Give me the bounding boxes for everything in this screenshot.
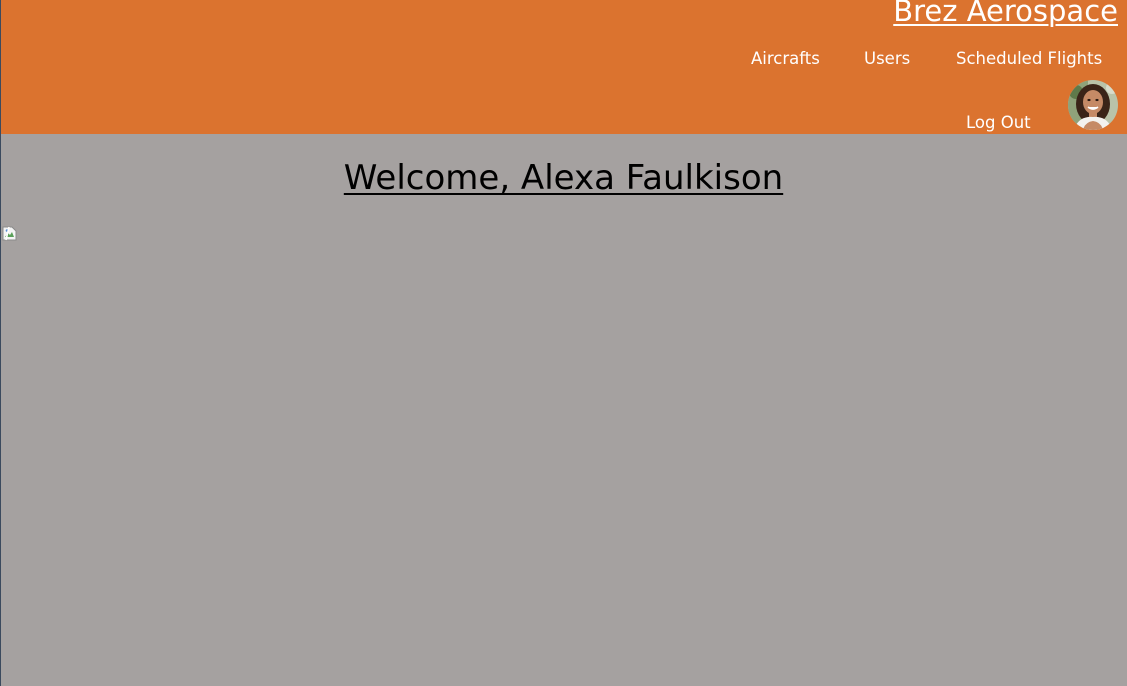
nav-users-link[interactable]: Users: [864, 49, 910, 68]
log-out-link[interactable]: Log Out: [966, 113, 1031, 132]
broken-image-icon: [2, 226, 17, 241]
avatar-photo-icon: [1068, 80, 1118, 130]
welcome-heading: Welcome, Alexa Faulkison: [343, 158, 784, 198]
user-avatar-icon[interactable]: [1068, 80, 1118, 130]
page: Brez Aerospace Aircrafts Users Scheduled…: [0, 0, 1127, 686]
brand-link[interactable]: Brez Aerospace: [893, 0, 1118, 28]
nav-scheduled-flights-link[interactable]: Scheduled Flights: [956, 49, 1102, 68]
top-navbar: Brez Aerospace Aircrafts Users Scheduled…: [1, 0, 1127, 134]
nav-aircrafts-link[interactable]: Aircrafts: [751, 49, 820, 68]
